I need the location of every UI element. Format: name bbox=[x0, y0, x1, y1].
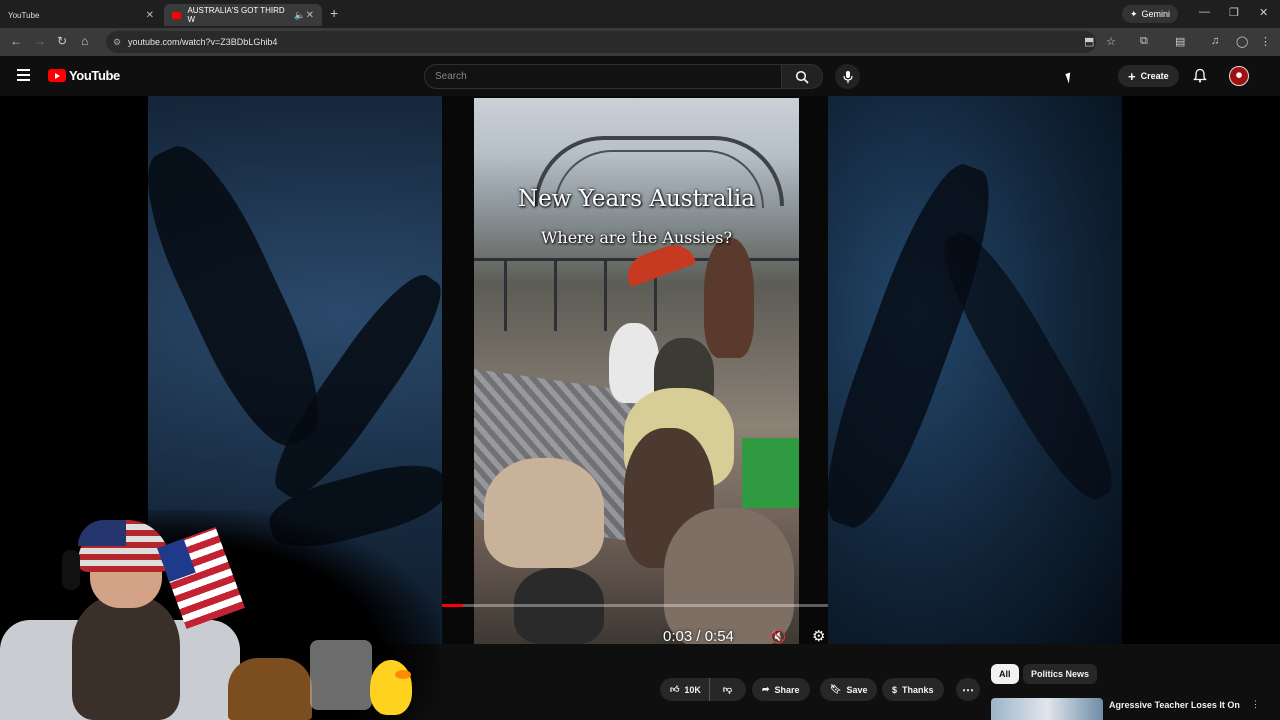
like-button[interactable]: 👍︎ 10K bbox=[660, 678, 710, 701]
like-icon: 👍︎ bbox=[670, 684, 680, 694]
minimize-icon[interactable]: — bbox=[1199, 6, 1210, 18]
tab-label: YouTube bbox=[8, 10, 40, 20]
thanks-button[interactable]: $ Thanks bbox=[882, 678, 944, 701]
create-label: Create bbox=[1140, 71, 1169, 81]
gemini-button[interactable]: ✦ Gemini bbox=[1122, 5, 1179, 23]
dislike-icon: 👎︎ bbox=[722, 684, 733, 694]
thanks-icon: $ bbox=[892, 684, 898, 695]
youtube-favicon-icon bbox=[172, 11, 182, 19]
media-icon[interactable]: ♫ bbox=[1211, 35, 1219, 47]
gemini-label: Gemini bbox=[1141, 9, 1171, 19]
video-frame: New Years Australia Where are the Aussie… bbox=[474, 98, 799, 644]
search-input[interactable] bbox=[435, 71, 781, 82]
back-icon[interactable]: ← bbox=[10, 34, 22, 48]
thanks-label: Thanks bbox=[902, 684, 934, 695]
menu-kebab-icon[interactable]: ⋮ bbox=[1260, 35, 1271, 48]
mute-icon[interactable]: 🔇 bbox=[770, 629, 786, 644]
avatar[interactable] bbox=[1229, 66, 1249, 86]
speaker-icon[interactable]: 🔈 bbox=[294, 10, 305, 21]
close-window-icon[interactable]: ✕ bbox=[1259, 6, 1268, 19]
chip-all[interactable]: All bbox=[991, 664, 1019, 684]
search-icon bbox=[795, 70, 809, 84]
save-icon: 🔖︎ bbox=[830, 684, 842, 694]
streamer-overlay bbox=[0, 500, 460, 720]
rubber-duck bbox=[370, 660, 412, 715]
more-icon[interactable]: ⋯ bbox=[956, 678, 980, 701]
restore-icon[interactable]: ❐ bbox=[1229, 6, 1239, 19]
like-count: 10K bbox=[684, 684, 701, 695]
hamburger-icon[interactable] bbox=[17, 69, 30, 81]
search-box bbox=[424, 64, 782, 89]
headphones bbox=[62, 550, 80, 590]
time-display: 0:03 / 0:54 bbox=[663, 628, 734, 644]
dislike-button[interactable]: 👎︎ bbox=[715, 678, 740, 701]
youtube-logo[interactable]: YouTube bbox=[48, 68, 120, 83]
share-button[interactable]: ➦ Share bbox=[752, 678, 810, 701]
create-button[interactable]: + Create bbox=[1118, 65, 1179, 87]
bell-icon bbox=[1193, 68, 1207, 83]
chip-politics-news[interactable]: Politics News bbox=[1023, 664, 1098, 684]
voice-search-button[interactable] bbox=[835, 64, 860, 89]
browser-tab-bar: YouTube ✕ AUSTRALIA'S GOT THIRD W 🔈 ✕ + … bbox=[0, 0, 1280, 28]
like-dislike-group: 👍︎ 10K 👎︎ bbox=[660, 678, 746, 701]
url-text: youtube.com/watch?v=Z3BDbLGhib4 bbox=[128, 37, 278, 47]
save-label: Save bbox=[846, 684, 868, 695]
settings-icon[interactable]: ⚙ bbox=[812, 627, 825, 644]
tab-label: AUSTRALIA'S GOT THIRD W bbox=[187, 6, 285, 24]
browser-toolbar: ← → ↻ ⌂ ⚙ youtube.com/watch?v=Z3BDbLGhib… bbox=[0, 28, 1280, 56]
related-video-thumbnail[interactable] bbox=[991, 698, 1103, 720]
youtube-play-icon bbox=[48, 69, 66, 82]
forward-icon[interactable]: → bbox=[34, 34, 46, 48]
install-icon[interactable]: ⬒ bbox=[1084, 35, 1094, 48]
video-overlay-subtitle: Where are the Aussies? bbox=[540, 228, 733, 247]
related-video-title[interactable]: Agressive Teacher Loses It On bbox=[1109, 700, 1240, 710]
close-icon[interactable]: ✕ bbox=[306, 10, 314, 21]
new-tab-button[interactable]: + bbox=[330, 5, 338, 21]
share-label: Share bbox=[774, 684, 800, 695]
profile-icon[interactable]: ◯ bbox=[1236, 35, 1248, 48]
address-bar[interactable]: ⚙ youtube.com/watch?v=Z3BDbLGhib4 bbox=[106, 31, 1096, 53]
logo-text: YouTube bbox=[69, 68, 120, 83]
close-icon[interactable]: ✕ bbox=[146, 10, 154, 21]
extensions-icon[interactable]: ⧉ bbox=[1140, 35, 1148, 48]
tab-youtube[interactable]: YouTube ✕ bbox=[0, 4, 162, 26]
related-menu-icon[interactable]: ⋮ bbox=[1251, 699, 1260, 710]
video-progress-bar[interactable] bbox=[442, 604, 828, 607]
video-overlay-title: New Years Australia bbox=[518, 186, 755, 212]
sidepanel-icon[interactable]: ▤ bbox=[1175, 35, 1185, 48]
mic-icon bbox=[842, 70, 853, 83]
search-button[interactable] bbox=[781, 64, 823, 89]
save-button[interactable]: 🔖︎ Save bbox=[820, 678, 878, 701]
tab-active-video[interactable]: AUSTRALIA'S GOT THIRD W 🔈 ✕ bbox=[164, 4, 322, 26]
youtube-header: YouTube + Create bbox=[0, 56, 1280, 96]
notifications-button[interactable] bbox=[1193, 68, 1207, 88]
bookmark-star-icon[interactable]: ☆ bbox=[1106, 35, 1116, 48]
share-icon: ➦ bbox=[762, 684, 770, 694]
sparkle-icon: ✦ bbox=[1130, 8, 1138, 19]
reload-icon[interactable]: ↻ bbox=[57, 34, 67, 48]
home-icon[interactable]: ⌂ bbox=[81, 34, 88, 48]
plus-icon: + bbox=[1128, 68, 1136, 84]
background-art-right bbox=[805, 96, 1129, 644]
site-info-icon[interactable]: ⚙ bbox=[113, 37, 121, 48]
vintage-radio bbox=[228, 658, 312, 720]
